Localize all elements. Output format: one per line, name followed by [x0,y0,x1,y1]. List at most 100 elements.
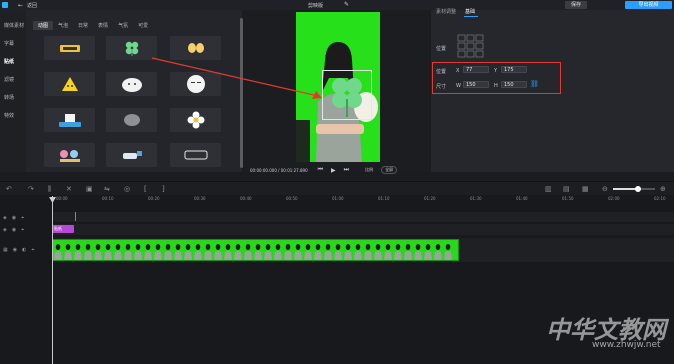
ratio-button[interactable]: 比例 [365,167,373,173]
track-1[interactable] [52,212,674,222]
eye-icon[interactable]: ◉ [12,227,16,233]
track-type-icon: ◈ [3,227,7,233]
filmstrip-frame [303,240,313,260]
filmstrip-frame [313,240,323,260]
playhead[interactable] [52,196,53,364]
sticker-track[interactable] [52,224,674,235]
nav-item-subtitle[interactable]: 字幕 [4,40,14,47]
screen-icon[interactable]: ▤ [563,185,570,193]
nav-item-sticker[interactable]: 贴纸 [4,58,14,65]
lock-icon[interactable]: ⌖ [21,215,24,221]
filmstrip-frame [393,240,403,260]
filmstrip-frame [93,240,103,260]
x-input[interactable]: 77 [463,66,489,73]
nav-item-effect[interactable]: 特效 [4,112,14,119]
edit-pencil-icon[interactable]: ✎ [344,1,349,8]
playback-controls: 00:00:00.000 / 00:01:27.890 ⏮ ▶ ⏭ 比例 全屏 [250,166,426,174]
play-icon[interactable]: ▶ [331,167,336,174]
ruler-tick: 02:00 [608,196,620,201]
filmstrip-frame [263,240,273,260]
running-dog-icon [122,151,142,159]
crop-right-icon[interactable]: ] [162,185,165,193]
sticker-text-hello[interactable] [44,36,95,60]
filmstrip-frame [323,240,333,260]
timecode: 00:00:00.000 / 00:01:27.890 [250,167,308,173]
dog-run-sticker[interactable] [106,143,157,167]
prev-frame-icon[interactable]: ⏮ [318,166,323,174]
freeze-icon[interactable]: ▣ [86,185,93,193]
nav-item-filter[interactable]: 滤镜 [4,76,14,83]
flower-sticker[interactable] [170,108,221,132]
balloon-text-sticker[interactable] [170,143,221,167]
filmstrip-frame [193,240,203,260]
back-arrow-icon[interactable]: ← [18,2,23,9]
back-label[interactable]: 返回 [27,2,37,9]
save-button[interactable]: 保存 [565,1,588,9]
filmstrip-frame [223,240,233,260]
video-track-icon: ▦ [3,247,8,253]
speed-icon[interactable]: ◎ [124,185,130,193]
width-input[interactable]: 150 [463,81,489,88]
preview-axis-icon[interactable]: ▦ [582,185,589,193]
ruler-tick: 01:40 [516,196,528,201]
left-nav: 媒体素材 字幕 贴纸 滤镜 转场 特效 [0,10,26,172]
track-header-2: ◈ ◉ ⌖ [0,224,52,236]
lock-icon[interactable]: ⌖ [31,247,34,253]
tab-daily[interactable]: 日常 [73,21,93,30]
snap-icon[interactable]: ▥ [545,185,552,193]
filmstrip-frame [163,240,173,260]
tab-animated[interactable]: 动图 [33,21,54,30]
party-sticker[interactable] [44,143,95,167]
export-button[interactable]: 导出视频 [625,1,672,9]
zoom-in-icon[interactable]: ⊕ [660,185,666,193]
delete-icon[interactable]: ✕ [66,185,72,193]
filmstrip-frame [373,240,383,260]
watermark-url: www.zhwjw.net [592,340,661,350]
lock-ratio-icon[interactable]: ⛓ [530,80,539,88]
video-clip[interactable] [52,239,459,261]
time-ruler[interactable]: 00:00 00:10 00:20 00:30 00:40 00:50 01:0… [52,196,674,210]
crop-left-icon[interactable]: [ [144,185,147,193]
yellow-blob-sticker[interactable] [44,72,95,96]
tab-atmosphere[interactable]: 气氛 [113,21,133,30]
zoom-slider[interactable] [613,186,655,192]
y-input[interactable]: 175 [501,66,527,73]
filmstrip-frame [243,240,253,260]
annotation-arrow-icon [151,57,322,99]
nav-item-media[interactable]: 媒体素材 [4,22,24,29]
grey-stone-sticker[interactable] [106,108,157,132]
active-tab-indicator [464,16,478,17]
undo-icon[interactable]: ↶ [6,185,12,193]
split-icon[interactable]: ⫼ [48,185,51,194]
redo-icon[interactable]: ↷ [28,185,34,193]
audio-icon[interactable]: ◐ [22,247,26,253]
height-input[interactable]: 150 [501,81,527,88]
eye-icon[interactable]: ◉ [13,247,17,253]
alignment-grid-icon[interactable] [457,34,485,58]
highlight-box [432,62,561,94]
tab-cute[interactable]: 可爱 [133,21,153,30]
fullscreen-button[interactable]: 全屏 [381,166,398,174]
filmstrip-frame [333,240,343,260]
ruler-tick: 01:20 [424,196,436,201]
sticker-clip[interactable]: 贴纸 [52,225,74,233]
dog-icon [58,114,81,127]
lock-icon[interactable]: ⌖ [21,227,24,233]
next-frame-icon[interactable]: ⏭ [344,166,349,174]
tab-basic[interactable]: 基础 [465,8,475,15]
nav-item-transition[interactable]: 转场 [4,94,14,101]
filmstrip-frame [353,240,363,260]
tab-material-adjust[interactable]: 素材调整 [436,8,456,15]
position-label: 位置 [436,69,447,75]
dog-tag-sticker[interactable] [44,108,95,132]
reverse-icon[interactable]: ⇋ [104,185,110,193]
tab-bubble[interactable]: 气泡 [53,21,73,30]
ruler-tick: 01:00 [332,196,344,201]
zoom-slider-handle[interactable] [635,186,641,192]
eye-icon[interactable]: ◉ [12,215,16,221]
zoom-out-icon[interactable]: ⊖ [602,185,608,193]
balloon-text-icon [184,150,207,160]
filmstrip-frame [183,240,193,260]
ruler-tick: 01:50 [562,196,574,201]
tab-emoji[interactable]: 表情 [93,21,113,30]
